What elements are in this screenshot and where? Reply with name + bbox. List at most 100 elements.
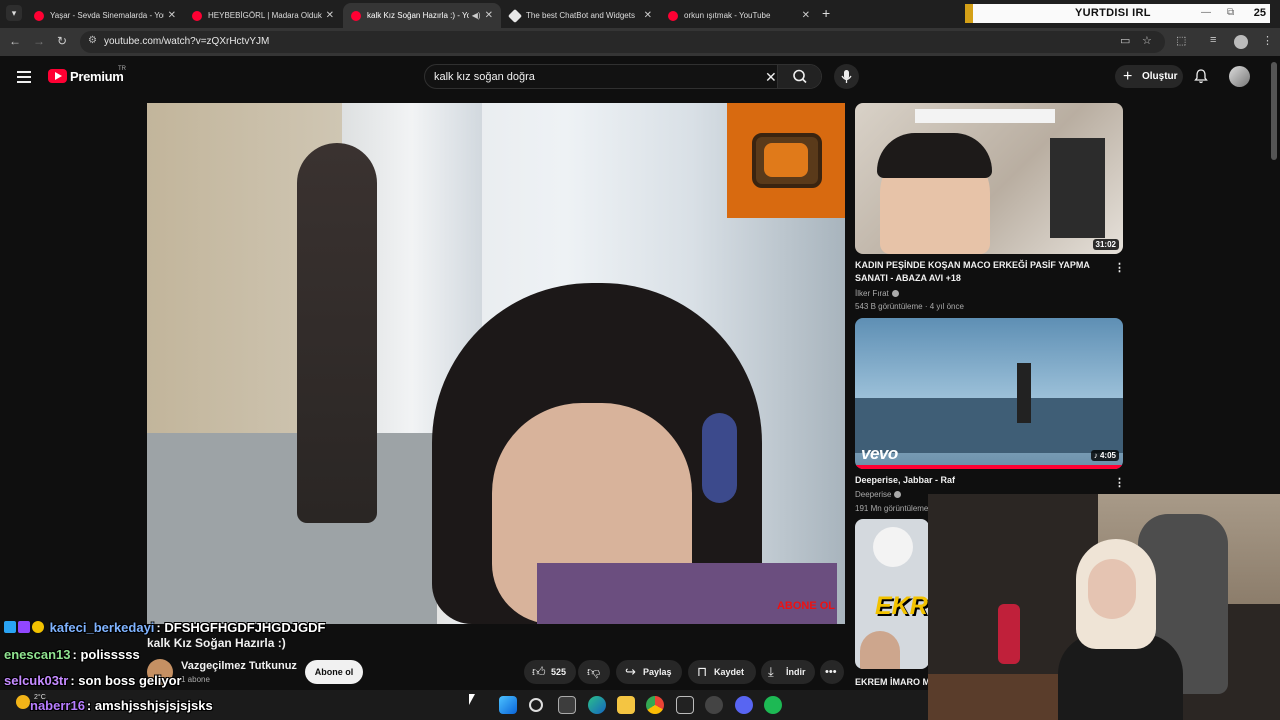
tab-orkun-isitmak[interactable]: orkun ışıtmak - YouTube ✕: [660, 3, 818, 28]
bits-badge-icon: [32, 621, 44, 633]
sub-badge-icon: [18, 621, 30, 633]
github-icon[interactable]: [705, 696, 723, 714]
stream-overlay-banner: YURTDISI IRL — ⧉ 25: [965, 4, 1270, 23]
close-icon[interactable]: ✕: [644, 10, 652, 21]
tab-chatbot-widgets[interactable]: The best ChatBot and Widgets ✕: [502, 3, 660, 28]
streamer-webcam: [928, 494, 1280, 720]
browser-tab-strip: ▾ Yaşar - Sevda Sinemalarda - You ✕ HEYB…: [0, 0, 1280, 28]
back-icon[interactable]: ←: [9, 34, 21, 48]
recommendation-thumbnail[interactable]: vevo ♪ 4:05: [855, 318, 1123, 469]
share-button[interactable]: ↪ Paylaş: [616, 660, 682, 684]
chat-message: selcuk03tr: son boss geliyor: [4, 673, 182, 688]
video-scene-shirt: [537, 563, 837, 624]
dislike-button[interactable]: 👎︎: [578, 660, 610, 684]
chat-username: selcuk03tr: [4, 673, 69, 688]
thumbs-down-icon: 👎︎: [587, 664, 601, 679]
video-player[interactable]: ABONE OL: [147, 103, 845, 624]
more-options-icon[interactable]: ⋮: [1114, 476, 1125, 489]
reload-icon[interactable]: ↻: [57, 34, 67, 48]
restore-icon[interactable]: ⧉: [1227, 7, 1234, 18]
subscribe-button[interactable]: Abone ol: [305, 660, 363, 684]
download-label: İndir: [786, 667, 806, 677]
tab-kalk-kiz-sogan[interactable]: kalk Kız Soğan Hazırla :) - Yo ◀) ✕: [343, 3, 501, 28]
profile-icon[interactable]: [1234, 35, 1248, 49]
recommendation-title[interactable]: KADIN PEŞİNDE KOŞAN MACO ERKEĞİ PASİF YA…: [855, 259, 1105, 285]
search-input[interactable]: [434, 69, 754, 85]
tab-yasar-sevda[interactable]: Yaşar - Sevda Sinemalarda - You ✕: [26, 3, 184, 28]
thumbnail-text: EKR: [875, 592, 928, 620]
create-button[interactable]: + Oluştur: [1115, 65, 1183, 88]
channel-name[interactable]: Vazgeçilmez Tutkunuz: [181, 660, 297, 672]
thumbnail-cap: [873, 527, 913, 567]
install-app-icon[interactable]: ▭: [1120, 34, 1130, 47]
like-count: 525: [551, 667, 567, 677]
chrome-icon[interactable]: [646, 696, 664, 714]
search-icon[interactable]: [529, 698, 543, 712]
more-actions-button[interactable]: •••: [820, 660, 844, 684]
notifications-bell-icon[interactable]: [1193, 68, 1209, 84]
address-url[interactable]: youtube.com/watch?v=zQXrHctvYJM: [104, 36, 269, 47]
youtube-icon: [668, 10, 678, 21]
recommendation-thumbnail[interactable]: EKR: [855, 519, 929, 669]
windows-start-icon[interactable]: [499, 696, 517, 714]
extensions-icon[interactable]: ⬚: [1176, 34, 1186, 47]
recommendation-channel[interactable]: Deeperise: [855, 490, 902, 499]
tab-title: The best ChatBot and Widgets: [526, 11, 635, 20]
menu-dots-icon[interactable]: ⋮: [1262, 34, 1273, 47]
plus-icon: +: [1123, 68, 1133, 85]
youtube-logo-icon[interactable]: [48, 69, 67, 83]
page-scrollbar[interactable]: [1271, 62, 1277, 160]
recommendation-title[interactable]: Deeperise, Jabbar - Raf: [855, 474, 1105, 487]
site-settings-icon[interactable]: ⚙: [88, 35, 97, 46]
discord-icon[interactable]: [735, 696, 753, 714]
video-scene-headset: [702, 413, 737, 503]
video-scene-person: [297, 143, 377, 523]
speaker-icon[interactable]: ◀): [472, 11, 481, 20]
close-icon[interactable]: ✕: [326, 10, 334, 21]
tab-search-icon[interactable]: ▾: [6, 5, 22, 21]
tab-title: HEYBEBİGÖRL | Madara Olduk: [208, 11, 322, 20]
save-button[interactable]: ⊓ Kaydet: [688, 660, 756, 684]
site-icon: [507, 8, 523, 23]
tab-title: Yaşar - Sevda Sinemalarda - You: [50, 11, 164, 20]
channel-label: Deeperise: [855, 490, 892, 499]
download-button[interactable]: ⤓ İndir: [761, 660, 815, 684]
clear-search-icon[interactable]: ✕: [765, 69, 777, 86]
chat-text: polisssss: [80, 647, 140, 662]
search-button[interactable]: [777, 65, 821, 88]
close-icon[interactable]: ✕: [168, 10, 176, 21]
youtube-icon: [34, 10, 44, 21]
recommendation-thumbnail[interactable]: 31:02: [855, 103, 1123, 254]
prime-badge-icon: [4, 621, 16, 633]
more-options-icon[interactable]: ⋮: [1114, 261, 1125, 274]
recommendation-meta: 191 Mn görüntüleme: [855, 504, 929, 513]
spotify-icon[interactable]: [764, 696, 782, 714]
channel-subscriber-count: 1 abone: [181, 675, 210, 684]
like-button[interactable]: 👍︎ 525: [524, 660, 576, 684]
tab-heybebigorl[interactable]: HEYBEBİGÖRL | Madara Olduk ✕: [184, 3, 342, 28]
account-avatar[interactable]: [1229, 66, 1250, 87]
address-bar[interactable]: ⚙ youtube.com/watch?v=zQXrHctvYJM: [80, 31, 1165, 53]
hamburger-menu-icon[interactable]: [17, 71, 31, 83]
edge-icon[interactable]: [588, 696, 606, 714]
minimize-icon[interactable]: —: [1201, 7, 1211, 18]
chat-username: naberr16: [30, 698, 85, 713]
file-explorer-icon[interactable]: [617, 696, 635, 714]
save-label: Kaydet: [714, 667, 745, 677]
bookmark-star-icon[interactable]: ☆: [1142, 34, 1152, 47]
new-tab-icon[interactable]: +: [822, 5, 830, 21]
verified-icon: [891, 290, 899, 297]
voice-search-button[interactable]: [834, 64, 859, 89]
forward-icon[interactable]: →: [33, 34, 45, 48]
youtube-brand[interactable]: Premium: [70, 69, 124, 84]
close-icon[interactable]: ✕: [485, 10, 493, 21]
task-view-icon[interactable]: [558, 696, 576, 714]
youtube-icon: [351, 10, 361, 21]
media-control-icon[interactable]: ≡: [1210, 34, 1216, 46]
x-app-icon[interactable]: [676, 696, 694, 714]
youtube-icon: [192, 10, 202, 21]
recommendation-channel[interactable]: İlker Fırat: [855, 289, 899, 298]
banner-accent: [965, 4, 973, 23]
close-icon[interactable]: ✕: [802, 10, 810, 21]
chat-message: naberr16: amshjsshjsjsjsjsks: [30, 698, 213, 713]
